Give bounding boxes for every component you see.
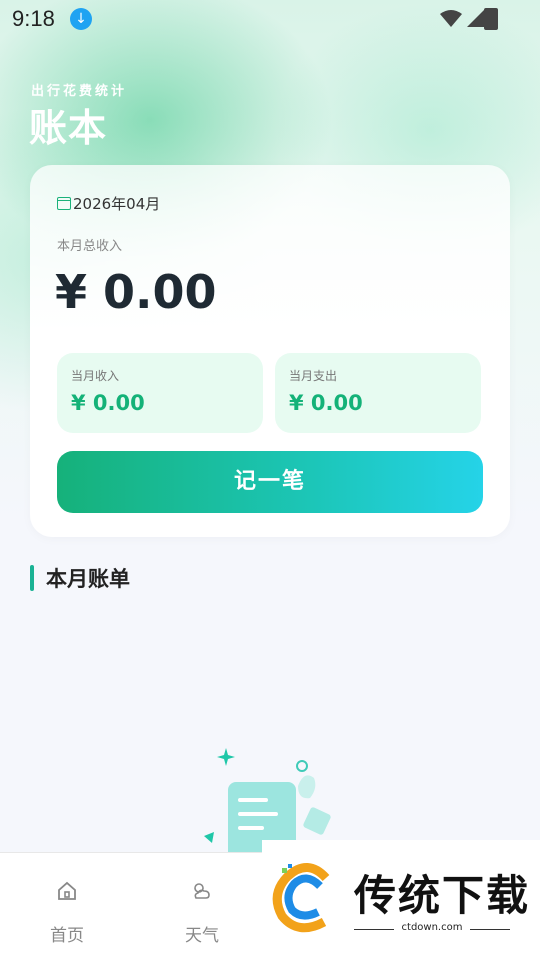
page-title: 账本 (29, 106, 108, 150)
tab-home[interactable]: 首页 (27, 853, 107, 961)
section-accent-bar (30, 565, 34, 591)
month-label: 2026年04月 (73, 195, 161, 213)
total-income-value: ¥ 0.00 (55, 265, 217, 319)
month-selector[interactable]: 2026年04月 (57, 193, 160, 214)
income-value: ¥ 0.00 (71, 391, 145, 415)
watermark-logo-icon (272, 863, 330, 933)
expense-value: ¥ 0.00 (289, 391, 363, 415)
signal-icon (467, 9, 485, 27)
summary-card: 2026年04月 本月总收入 ¥ 0.00 当月收入 ¥ 0.00 当月支出 ¥… (30, 165, 510, 537)
battery-icon (484, 8, 498, 30)
calendar-icon (57, 197, 71, 210)
tab-weather-label: 天气 (185, 926, 219, 946)
watermark: 传统下载 ctdown.com (262, 840, 540, 960)
weather-icon (190, 879, 214, 903)
record-button[interactable]: 记一笔 (57, 451, 483, 513)
wifi-icon (440, 10, 462, 27)
status-time: 9:18 (12, 6, 55, 31)
income-label: 当月收入 (71, 369, 120, 383)
expense-label: 当月支出 (289, 369, 338, 383)
tab-weather[interactable]: 天气 (162, 853, 242, 961)
income-box: 当月收入 ¥ 0.00 (57, 353, 263, 433)
status-bar: 9:18 ↓ (0, 0, 540, 38)
section-title: 本月账单 (46, 567, 130, 591)
download-icon: ↓ (70, 8, 92, 30)
expense-box: 当月支出 ¥ 0.00 (275, 353, 481, 433)
tab-home-label: 首页 (50, 926, 84, 946)
watermark-text: 传统下载 (354, 871, 531, 920)
total-income-label: 本月总收入 (57, 239, 123, 254)
watermark-url: ctdown.com (401, 922, 463, 933)
home-icon (55, 879, 79, 903)
